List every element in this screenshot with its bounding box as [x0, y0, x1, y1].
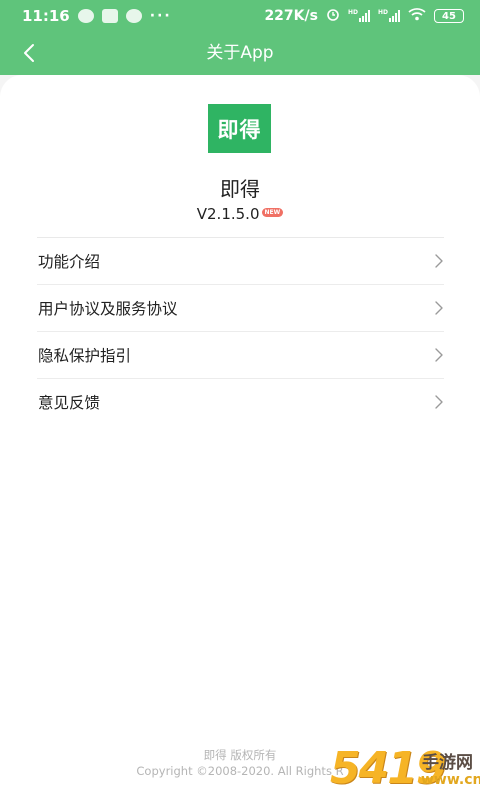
- menu-item-feedback[interactable]: 意见反馈: [37, 379, 444, 425]
- menu-item-label: 意见反馈: [38, 394, 101, 412]
- status-bar-left: 11:16 ···: [22, 7, 172, 25]
- version-row: V2.1.5.0 NEW: [0, 205, 480, 223]
- page-title: 关于App: [206, 43, 274, 63]
- chevron-right-icon: [435, 254, 443, 268]
- app-notification-icon: [125, 9, 142, 23]
- wifi-icon: [408, 7, 426, 25]
- back-button[interactable]: [14, 37, 46, 69]
- chevron-right-icon: [435, 348, 443, 362]
- app-logo: 即得: [208, 104, 271, 153]
- network-speed: 227K/s: [264, 8, 318, 24]
- content-card: 即得 即得 V2.1.5.0 NEW 功能介绍 用户协议及服务协议 隐私保护指引 …: [0, 75, 480, 800]
- signal-icon-2: HD: [378, 10, 400, 22]
- signal-hd-tag: HD: [347, 9, 358, 16]
- menu-item-user-agreement[interactable]: 用户协议及服务协议: [37, 285, 444, 332]
- chevron-left-icon: [24, 44, 34, 62]
- more-notifications-icon: ···: [149, 8, 172, 24]
- menu-item-label: 用户协议及服务协议: [38, 300, 178, 318]
- message-notification-icon: [101, 9, 118, 23]
- new-badge: NEW: [261, 208, 284, 217]
- signal-hd-tag-2: HD: [377, 9, 388, 16]
- footer-owner: 即得 版权所有: [203, 748, 277, 762]
- settings-menu: 功能介绍 用户协议及服务协议 隐私保护指引 意见反馈: [37, 237, 444, 425]
- app-version: V2.1.5.0: [196, 205, 260, 223]
- qq-notification-icon: [77, 9, 94, 23]
- app-bar: 关于App: [0, 32, 480, 75]
- app-name: 即得: [220, 177, 260, 201]
- menu-item-label: 隐私保护指引: [38, 347, 132, 365]
- footer-copyright: Copyright ©2008-2020. All Rights R: [136, 764, 344, 778]
- app-logo-text: 即得: [217, 117, 262, 142]
- chevron-right-icon: [435, 301, 443, 315]
- menu-item-feature-intro[interactable]: 功能介绍: [37, 238, 444, 285]
- status-time: 11:16: [22, 7, 70, 25]
- alarm-icon: [326, 7, 340, 25]
- chevron-right-icon: [435, 395, 443, 409]
- menu-item-label: 功能介绍: [38, 253, 101, 271]
- status-bar: 11:16 ··· 227K/s HD HD 45: [0, 0, 480, 32]
- battery-icon: 45: [434, 9, 464, 23]
- signal-icon: HD: [348, 10, 370, 22]
- status-bar-right: 227K/s HD HD 45: [264, 7, 464, 25]
- menu-item-privacy-guide[interactable]: 隐私保护指引: [37, 332, 444, 379]
